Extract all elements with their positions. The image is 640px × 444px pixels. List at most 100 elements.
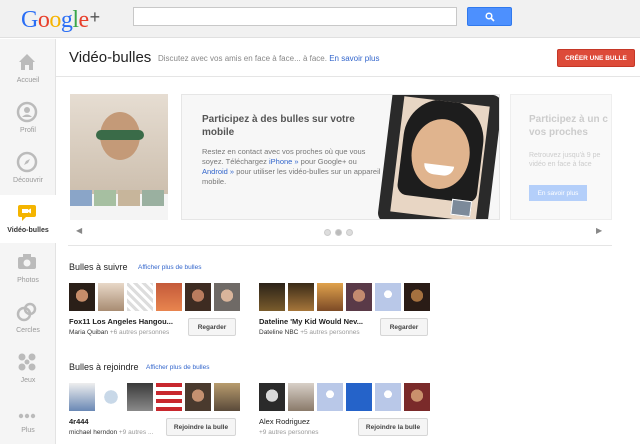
carousel-dots: [324, 229, 353, 236]
section-title-join: Bulles à rejoindre: [69, 362, 139, 372]
avatar[interactable]: [185, 283, 211, 311]
nav-label-circles: Cercles: [16, 327, 40, 334]
avatar[interactable]: [288, 383, 314, 411]
hangout-card: Alex Rodriguez +9 autres personnes Rejoi…: [259, 383, 431, 443]
hangout-name[interactable]: Dateline 'My Kid Would Nev...: [259, 317, 371, 326]
top-bar: Google+: [0, 0, 640, 38]
search-button[interactable]: [467, 7, 512, 26]
slide-next-title: Participez à un c vos proches: [529, 114, 608, 138]
avatar[interactable]: [156, 283, 182, 311]
avatar[interactable]: [259, 383, 285, 411]
subtitle-text: Discutez avec vos amis en face à face...…: [158, 54, 327, 63]
learn-more-link[interactable]: En savoir plus: [329, 54, 379, 63]
phone-illustration: [376, 95, 499, 219]
iphone-link[interactable]: iPhone »: [269, 157, 299, 166]
nav-label-profile: Profil: [20, 127, 36, 134]
avatar[interactable]: [317, 383, 343, 411]
avatar[interactable]: [375, 283, 401, 311]
hangout-participants: Dateline NBC +5 autres personnes: [259, 329, 377, 336]
avatar[interactable]: [98, 283, 124, 311]
avatar[interactable]: [346, 383, 372, 411]
promo-carousel: Participez à des bulles sur votre mobile…: [68, 88, 612, 246]
android-link[interactable]: Android »: [202, 167, 234, 176]
avatar[interactable]: [185, 383, 211, 411]
show-more-follow-link[interactable]: Afficher plus de bulles: [138, 264, 201, 271]
carousel-slide-next[interactable]: Participez à un c vos proches Retrouvez …: [510, 94, 612, 220]
nav-label-games: Jeux: [20, 377, 36, 384]
avatar[interactable]: [127, 383, 153, 411]
google-plus-logo[interactable]: Google+: [21, 3, 100, 34]
search-icon: [484, 11, 495, 22]
camera-icon: [18, 254, 36, 269]
carousel-dot[interactable]: [324, 229, 331, 236]
nav-item-hangouts[interactable]: Vidéo-bulles: [0, 195, 57, 243]
hangout-others: +5 autres personnes: [298, 329, 360, 336]
logo-letter: +: [89, 7, 101, 27]
avatar[interactable]: [156, 383, 182, 411]
avatar[interactable]: [214, 383, 240, 411]
avatar[interactable]: [69, 383, 95, 411]
more-icon: [18, 413, 36, 419]
create-hangout-button[interactable]: CRÉER UNE BULLE: [557, 49, 635, 67]
games-icon: [18, 353, 36, 371]
watch-button[interactable]: Regarder: [380, 318, 428, 336]
hangout-name[interactable]: Fox11 Los Angeles Hangou...: [69, 317, 181, 326]
nav-item-more[interactable]: Plus: [0, 395, 56, 443]
participant-avatars: [69, 283, 240, 311]
nav-item-discover[interactable]: Découvrir: [0, 145, 56, 193]
hangout-name[interactable]: 4r444: [69, 417, 181, 426]
hangout-icon: [18, 205, 36, 221]
participant-avatars: [259, 283, 430, 311]
nav-item-profile[interactable]: Profil: [0, 95, 56, 143]
slide-next-button[interactable]: En savoir plus: [529, 185, 587, 201]
nav-item-circles[interactable]: Cercles: [0, 295, 56, 343]
carousel-slide-previous[interactable]: [70, 94, 168, 220]
avatar[interactable]: [346, 283, 372, 311]
carousel-dot[interactable]: [335, 229, 342, 236]
home-icon: [19, 54, 35, 70]
chevron-right-icon[interactable]: ▶: [596, 226, 602, 235]
nav-label-photos: Photos: [17, 277, 39, 284]
avatar[interactable]: [214, 283, 240, 311]
avatar[interactable]: [288, 283, 314, 311]
hangout-owner: Dateline NBC: [259, 329, 299, 336]
search-input[interactable]: [133, 7, 457, 26]
logo-letter: G: [21, 7, 38, 33]
slide-body: Restez en contact avec vos proches où qu…: [202, 147, 382, 187]
avatar[interactable]: [259, 283, 285, 311]
join-button[interactable]: Rejoindre la bulle: [358, 418, 428, 436]
hangout-owner: Maria Quiban: [69, 329, 109, 336]
nav-label-hangouts: Vidéo-bulles: [7, 227, 49, 234]
section-title-follow: Bulles à suivre: [69, 262, 128, 272]
watch-button[interactable]: Regarder: [188, 318, 236, 336]
avatar[interactable]: [404, 383, 430, 411]
avatar[interactable]: [69, 283, 95, 311]
slide-title: Participez à des bulles sur votre mobile: [202, 114, 355, 138]
show-more-join-link[interactable]: Afficher plus de bulles: [146, 364, 209, 371]
hangout-participants: Maria Quiban +6 autres personnes: [69, 329, 187, 336]
logo-letter: o: [37, 7, 50, 33]
left-nav: Accueil Profil Découvrir Vidéo-bulles Ph…: [0, 39, 57, 444]
avatar[interactable]: [98, 383, 124, 411]
hangout-others: +9 autres ...: [117, 429, 154, 436]
nav-label-home: Accueil: [16, 77, 40, 84]
avatar[interactable]: [317, 283, 343, 311]
circles-icon: [16, 302, 37, 322]
hangout-card: Fox11 Los Angeles Hangou... Maria Quiban…: [69, 283, 240, 343]
logo-letter: g: [60, 7, 73, 33]
active-indicator: [51, 213, 57, 225]
avatar[interactable]: [127, 283, 153, 311]
hangout-others: +6 autres personnes: [108, 329, 170, 336]
hangout-card: Dateline 'My Kid Would Nev... Dateline N…: [259, 283, 431, 343]
participant-avatars: [69, 383, 240, 411]
hangout-name[interactable]: Alex Rodriguez: [259, 417, 371, 426]
nav-item-games[interactable]: Jeux: [0, 345, 56, 393]
nav-item-photos[interactable]: Photos: [0, 245, 56, 293]
nav-item-home[interactable]: Accueil: [0, 45, 56, 93]
carousel-dot[interactable]: [346, 229, 353, 236]
avatar[interactable]: [375, 383, 401, 411]
compass-icon: [16, 151, 38, 173]
chevron-left-icon[interactable]: ◀: [76, 226, 82, 235]
join-button[interactable]: Rejoindre la bulle: [166, 418, 236, 436]
avatar[interactable]: [404, 283, 430, 311]
